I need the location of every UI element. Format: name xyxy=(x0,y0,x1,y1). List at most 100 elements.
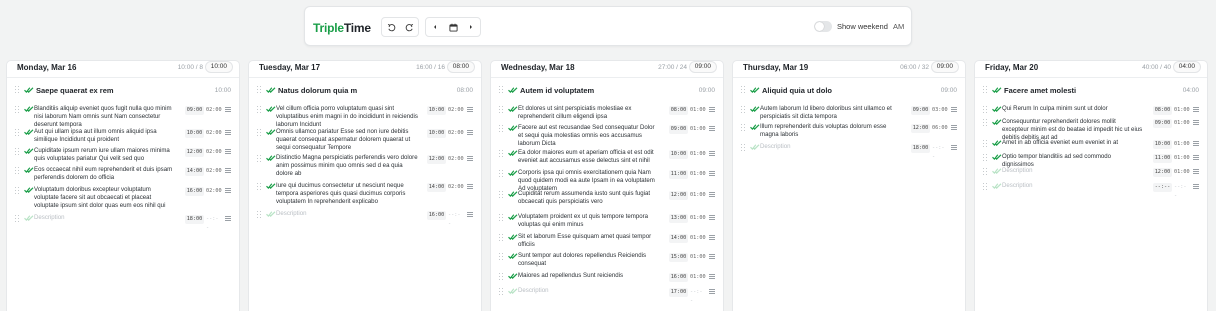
task-start-time[interactable]: 16:00 xyxy=(185,187,204,196)
menu-icon[interactable] xyxy=(951,125,957,130)
double-check-icon[interactable] xyxy=(992,153,1002,161)
drag-handle[interactable] xyxy=(257,183,262,191)
task-duration[interactable]: 01:00 xyxy=(690,191,706,200)
double-check-icon[interactable] xyxy=(750,86,760,94)
menu-icon[interactable] xyxy=(709,274,715,279)
drag-handle[interactable] xyxy=(741,106,746,114)
task-title[interactable]: Qui Rerum In culpa minim sunt ut dolor xyxy=(1002,105,1144,113)
double-check-icon[interactable] xyxy=(508,233,518,241)
task-start-time[interactable]: 08:00 xyxy=(669,106,688,115)
drag-handle[interactable] xyxy=(983,119,988,127)
double-check-icon[interactable] xyxy=(24,186,34,194)
calendar-icon[interactable] xyxy=(444,18,462,36)
drag-handle[interactable] xyxy=(499,273,504,281)
menu-icon[interactable] xyxy=(709,289,715,294)
task-duration[interactable]: 02:00 xyxy=(448,129,464,138)
menu-icon[interactable] xyxy=(709,126,715,131)
task-start-time[interactable]: 17:00 xyxy=(669,288,688,297)
task-title[interactable]: Voluptatum doloribus excepteur voluptatu… xyxy=(34,186,176,210)
drag-handle[interactable] xyxy=(741,124,746,132)
task-start-time[interactable]: 09:00 xyxy=(669,125,688,134)
task-title[interactable]: Description xyxy=(34,214,176,222)
redo-icon[interactable] xyxy=(400,18,418,36)
menu-icon[interactable] xyxy=(709,215,715,220)
double-check-icon[interactable] xyxy=(992,139,1002,147)
task-start-time[interactable]: 09:00 xyxy=(185,106,204,115)
task-duration[interactable]: --:-- xyxy=(690,288,705,306)
task-duration[interactable]: --:-- xyxy=(206,215,221,233)
drag-handle[interactable] xyxy=(15,167,20,175)
task-start-time[interactable]: 12:00 xyxy=(669,191,688,200)
task-start-time[interactable]: 16:00 xyxy=(427,211,446,220)
double-check-icon[interactable] xyxy=(266,154,276,162)
task-start-time[interactable]: 12:00 xyxy=(427,155,446,164)
drag-handle[interactable] xyxy=(983,140,988,148)
task-start-time[interactable]: --:-- xyxy=(1153,183,1172,192)
day-start-time[interactable]: 09:00 xyxy=(688,61,717,73)
menu-icon[interactable] xyxy=(709,192,715,197)
menu-icon[interactable] xyxy=(951,145,957,150)
task-start-time[interactable]: 10:00 xyxy=(427,106,446,115)
double-check-icon[interactable] xyxy=(266,182,276,190)
task-title[interactable]: Omnis ullamco pariatur Esse sed non iure… xyxy=(276,128,418,152)
drag-handle[interactable] xyxy=(15,86,20,94)
menu-icon[interactable] xyxy=(467,156,473,161)
drag-handle[interactable] xyxy=(983,86,988,94)
task-duration[interactable]: 01:00 xyxy=(690,125,706,134)
drag-handle[interactable] xyxy=(15,187,20,195)
task-duration[interactable]: 02:00 xyxy=(448,183,464,192)
task-title[interactable]: Voluptatem proident ex ut quis tempore t… xyxy=(518,213,660,229)
drag-handle[interactable] xyxy=(499,253,504,261)
menu-icon[interactable] xyxy=(1193,169,1199,174)
drag-handle[interactable] xyxy=(15,148,20,156)
double-check-icon[interactable] xyxy=(992,182,1002,190)
task-start-time[interactable]: 14:00 xyxy=(427,183,446,192)
double-check-icon[interactable] xyxy=(992,105,1002,113)
day-start-time[interactable]: 10:00 xyxy=(204,61,233,73)
double-check-icon[interactable] xyxy=(508,213,518,221)
task-title[interactable]: Aut qui ullam ipsa aut illum omnis aliqu… xyxy=(34,128,176,144)
menu-icon[interactable] xyxy=(467,130,473,135)
task-duration[interactable]: 01:00 xyxy=(690,214,706,223)
task-title[interactable]: Description xyxy=(518,287,660,295)
task-title[interactable]: Blanditiis aliquip eveniet quos fugit nu… xyxy=(34,105,176,129)
drag-handle[interactable] xyxy=(257,155,262,163)
task-duration[interactable]: --:-- xyxy=(1174,183,1189,201)
drag-handle[interactable] xyxy=(15,215,20,223)
task-title[interactable]: Description xyxy=(1002,167,1144,175)
double-check-icon[interactable] xyxy=(24,147,34,155)
task-start-time[interactable]: 11:00 xyxy=(669,170,688,179)
task-start-time[interactable]: 18:00 xyxy=(911,144,930,153)
task-title[interactable]: Distinctio Magna perspiciatis perferendi… xyxy=(276,154,418,178)
task-title[interactable]: Autem laborum Id libero doloribus sint u… xyxy=(760,105,902,121)
double-check-icon[interactable] xyxy=(508,252,518,260)
menu-icon[interactable] xyxy=(467,184,473,189)
double-check-icon[interactable] xyxy=(508,190,518,198)
day-start-time[interactable]: 04:00 xyxy=(1172,61,1201,73)
drag-handle[interactable] xyxy=(741,86,746,94)
topic-title[interactable]: Autem id voluptatem xyxy=(520,86,594,95)
task-start-time[interactable]: 13:00 xyxy=(669,214,688,223)
topic-row[interactable]: Aliquid quia ut dolo 09:00 xyxy=(741,86,957,96)
task-start-time[interactable]: 10:00 xyxy=(1153,140,1172,149)
double-check-icon[interactable] xyxy=(24,128,34,136)
ampm-toggle[interactable]: AM xyxy=(893,22,904,31)
task-title[interactable]: Description xyxy=(1002,182,1144,190)
task-title[interactable]: Description xyxy=(760,143,902,151)
menu-icon[interactable] xyxy=(1193,107,1199,112)
drag-handle[interactable] xyxy=(499,106,504,114)
task-duration[interactable]: 01:00 xyxy=(690,253,706,262)
menu-icon[interactable] xyxy=(1193,120,1199,125)
double-check-icon[interactable] xyxy=(992,86,1002,94)
drag-handle[interactable] xyxy=(257,106,262,114)
task-duration[interactable]: 02:00 xyxy=(206,129,222,138)
task-title[interactable]: Illum reprehenderit duis voluptas doloru… xyxy=(760,123,902,139)
task-start-time[interactable]: 10:00 xyxy=(427,129,446,138)
drag-handle[interactable] xyxy=(499,288,504,296)
task-duration[interactable]: 01:00 xyxy=(1174,106,1190,115)
chevron-left-icon[interactable] xyxy=(426,18,444,36)
double-check-icon[interactable] xyxy=(508,169,518,177)
menu-icon[interactable] xyxy=(1193,184,1199,189)
drag-handle[interactable] xyxy=(741,144,746,152)
task-duration[interactable]: 02:00 xyxy=(206,106,222,115)
